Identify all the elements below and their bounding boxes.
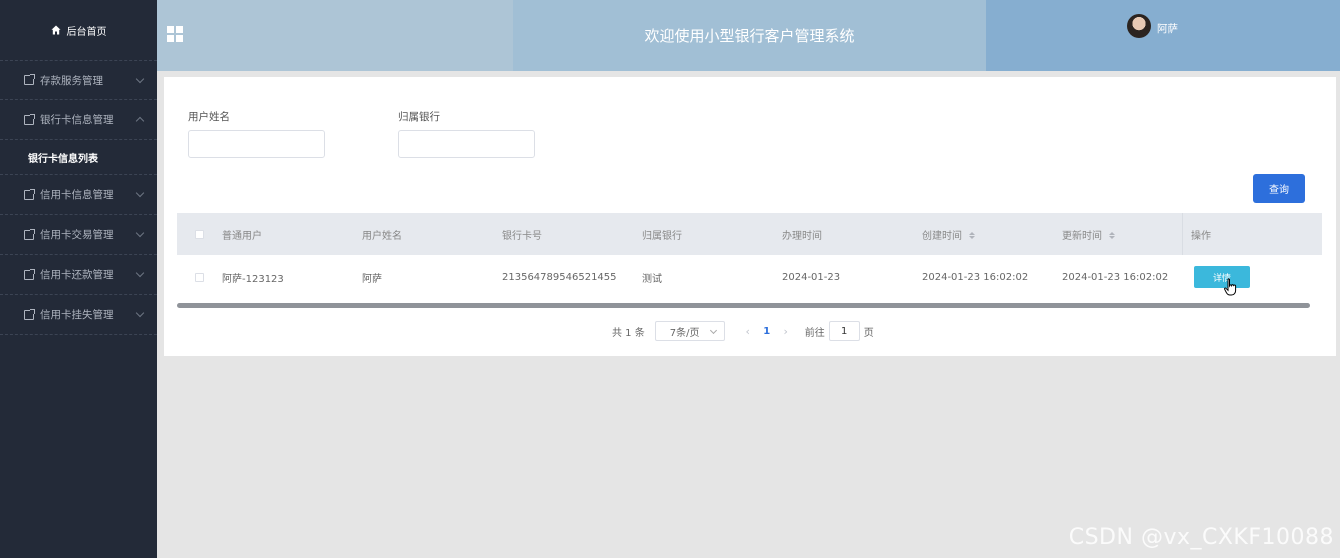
- bank-label: 归属银行: [398, 111, 440, 123]
- sidebar-item-creditcard-repay[interactable]: 信用卡还款管理: [0, 255, 157, 295]
- col-header-name: 用户姓名: [362, 230, 402, 242]
- cell-handle-date: 2024-01-23: [782, 271, 841, 283]
- edit-icon: [24, 74, 35, 85]
- next-page-icon[interactable]: ›: [773, 325, 799, 338]
- sidebar-item-label: 银行卡信息管理: [40, 114, 114, 126]
- cell-updated: 2024-01-23 16:02:02: [1062, 271, 1169, 283]
- pagination: 共 1 条 7条/页 ‹ 1 › 前往 页: [612, 321, 874, 341]
- detail-button[interactable]: 详情: [1194, 266, 1250, 288]
- table-header: 普通用户 用户姓名 银行卡号 归属银行 办理时间 创建时间 更新时间 操作: [177, 213, 1322, 255]
- query-button[interactable]: 查询: [1253, 174, 1305, 203]
- col-header-bank: 归属银行: [642, 230, 682, 242]
- sort-icon[interactable]: [969, 232, 976, 239]
- edit-icon: [24, 113, 35, 125]
- sidebar-item-creditcard-info[interactable]: 信用卡信息管理: [0, 175, 157, 215]
- main-card: 用户姓名 归属银行 查询 普通用户 用户姓名 银行卡号 归属银行 办理时间 创建…: [164, 77, 1336, 356]
- col-header-handle-date: 办理时间: [782, 230, 822, 242]
- header-title: 欢迎使用小型银行客户管理系统: [513, 0, 986, 71]
- header-left: [157, 0, 513, 71]
- col-header-created[interactable]: 创建时间: [922, 227, 1062, 242]
- chevron-down-icon: [135, 74, 145, 84]
- page-suffix: 页: [863, 327, 874, 339]
- watermark: CSDN @vx_CXKF10088: [1068, 525, 1334, 550]
- menu-toggle-icon[interactable]: [167, 26, 183, 42]
- sidebar-item-label: 信用卡挂失管理: [40, 309, 114, 321]
- sidebar-subitem-bankcard-list[interactable]: 银行卡信息列表: [0, 140, 157, 175]
- data-table: 普通用户 用户姓名 银行卡号 归属银行 办理时间 创建时间 更新时间 操作 阿萨…: [177, 213, 1322, 299]
- cell-action: 详情: [1182, 255, 1322, 299]
- goto-label: 前往: [804, 327, 825, 339]
- username-label: 用户姓名: [188, 111, 230, 123]
- page-size-value: 7条/页: [669, 327, 700, 339]
- col-header-action: 操作: [1182, 213, 1322, 255]
- goto-page-input[interactable]: [828, 321, 860, 341]
- page-size-select[interactable]: 7条/页: [654, 321, 725, 341]
- col-header-created-label: 创建时间: [922, 230, 962, 242]
- sidebar-home-label: 后台首页: [66, 26, 107, 38]
- edit-icon: [24, 228, 35, 240]
- chevron-down-icon: [135, 308, 145, 318]
- header-user[interactable]: 阿萨: [986, 0, 1340, 71]
- sidebar-item-label: 信用卡信息管理: [40, 189, 114, 201]
- sidebar-item-label: 存款服务管理: [40, 74, 103, 87]
- sidebar: 后台首页 存款服务管理 银行卡信息管理 银行卡信息列表 信用卡信息管理 信用卡交…: [0, 0, 157, 558]
- sidebar-home-link[interactable]: 后台首页: [0, 0, 157, 60]
- page-number-current[interactable]: 1: [761, 326, 773, 337]
- top-header: 欢迎使用小型银行客户管理系统 阿萨: [157, 0, 1340, 71]
- cell-user: 阿萨-123123: [222, 273, 284, 285]
- sidebar-item-label: 信用卡交易管理: [40, 229, 114, 241]
- sidebar-item-creditcard-loss[interactable]: 信用卡挂失管理: [0, 295, 157, 335]
- hand-pointer-icon: [1224, 278, 1237, 296]
- pagination-total: 共 1 条: [612, 327, 645, 339]
- col-header-card-no: 银行卡号: [502, 230, 542, 242]
- cell-card-no: 213564789546521455: [502, 271, 617, 283]
- sidebar-item-deposit[interactable]: 存款服务管理: [0, 60, 157, 100]
- edit-icon: [24, 308, 35, 320]
- edit-icon: [24, 268, 35, 280]
- col-header-user: 普通用户: [222, 230, 262, 242]
- sidebar-item-label: 信用卡还款管理: [40, 269, 114, 281]
- horizontal-scrollbar[interactable]: [177, 303, 1310, 308]
- username-input[interactable]: [188, 130, 325, 158]
- cell-created: 2024-01-23 16:02:02: [922, 271, 1029, 283]
- chevron-down-icon: [135, 188, 145, 198]
- chevron-down-icon: [135, 268, 145, 278]
- sidebar-item-bankcard[interactable]: 银行卡信息管理: [0, 100, 157, 140]
- chevron-up-icon: [135, 116, 145, 126]
- edit-icon: [24, 188, 35, 200]
- col-header-updated[interactable]: 更新时间: [1062, 227, 1182, 242]
- chevron-down-icon: [135, 228, 145, 238]
- avatar[interactable]: [1127, 14, 1151, 38]
- sort-icon[interactable]: [1109, 232, 1116, 239]
- select-all-checkbox[interactable]: [195, 229, 204, 239]
- cell-name: 阿萨: [362, 273, 382, 285]
- cell-bank: 测试: [642, 273, 662, 285]
- table-row[interactable]: 阿萨-123123 阿萨 213564789546521455 测试 2024-…: [177, 255, 1322, 299]
- user-name[interactable]: 阿萨: [1157, 21, 1178, 36]
- bank-input[interactable]: [398, 130, 535, 158]
- col-header-updated-label: 更新时间: [1062, 230, 1102, 242]
- home-icon: [51, 25, 60, 35]
- row-checkbox[interactable]: [195, 272, 204, 282]
- sidebar-item-creditcard-trade[interactable]: 信用卡交易管理: [0, 215, 157, 255]
- prev-page-icon[interactable]: ‹: [735, 325, 761, 338]
- sidebar-subitem-label: 银行卡信息列表: [28, 153, 98, 165]
